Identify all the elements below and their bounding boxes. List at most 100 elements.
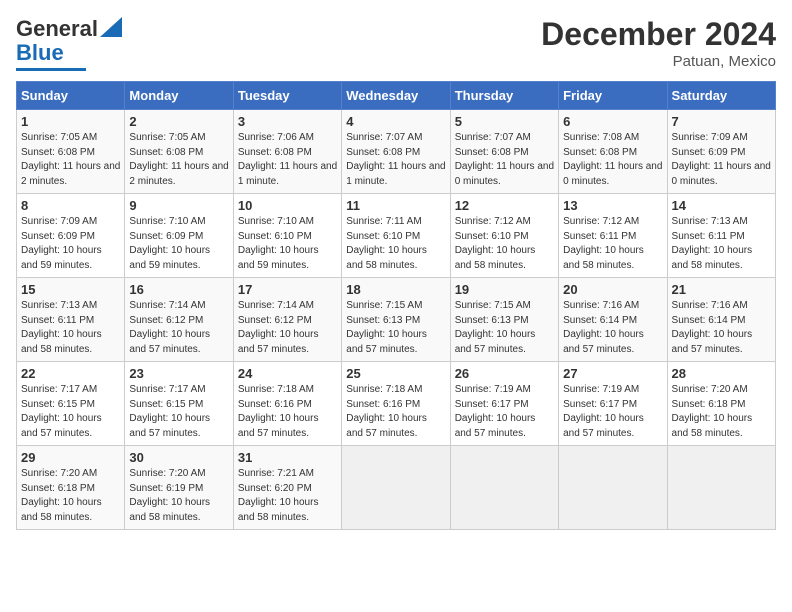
page-header: General Blue December 2024 Patuan, Mexic…	[16, 16, 776, 71]
day-info: Sunrise: 7:05 AMSunset: 6:08 PMDaylight:…	[21, 131, 120, 189]
day-info: Sunrise: 7:14 AMSunset: 6:12 PMDaylight:…	[129, 299, 228, 357]
calendar-week-5: 29 Sunrise: 7:20 AMSunset: 6:18 PMDayligh…	[17, 446, 776, 530]
logo: General Blue	[16, 16, 122, 71]
page-subtitle: Patuan, Mexico	[541, 53, 776, 70]
day-number: 12	[455, 198, 554, 213]
day-number: 11	[346, 198, 445, 213]
calendar-cell: 28Sunrise: 7:20 AMSunset: 6:18 PMDayligh…	[667, 362, 775, 446]
calendar-cell: 10 Sunrise: 7:10 AMSunset: 6:10 PMDayligh…	[233, 194, 341, 278]
day-number: 31	[238, 450, 337, 465]
calendar-cell: 8 Sunrise: 7:09 AMSunset: 6:09 PMDaylight…	[17, 194, 125, 278]
day-info: Sunrise: 7:09 AMSunset: 6:09 PMDaylight:…	[672, 131, 771, 189]
day-number: 19	[455, 282, 554, 297]
calendar-cell	[342, 446, 450, 530]
day-number: 29	[21, 450, 120, 465]
calendar-cell: 4 Sunrise: 7:07 AMSunset: 6:08 PMDaylight…	[342, 110, 450, 194]
calendar-week-1: 1 Sunrise: 7:05 AMSunset: 6:08 PMDaylight…	[17, 110, 776, 194]
logo-text-general: General	[16, 16, 98, 42]
col-wednesday: Wednesday	[342, 82, 450, 110]
calendar-cell: 24 Sunrise: 7:18 AMSunset: 6:16 PMDayligh…	[233, 362, 341, 446]
day-info: Sunrise: 7:06 AMSunset: 6:08 PMDaylight:…	[238, 131, 337, 189]
calendar-cell: 16 Sunrise: 7:14 AMSunset: 6:12 PMDayligh…	[125, 278, 233, 362]
col-friday: Friday	[559, 82, 667, 110]
logo-text-blue: Blue	[16, 40, 64, 66]
calendar-cell: 11 Sunrise: 7:11 AMSunset: 6:10 PMDayligh…	[342, 194, 450, 278]
day-number: 26	[455, 366, 554, 381]
day-info: Sunrise: 7:14 AMSunset: 6:12 PMDaylight:…	[238, 299, 337, 357]
calendar-cell: 20Sunrise: 7:16 AMSunset: 6:14 PMDayligh…	[559, 278, 667, 362]
title-block: December 2024 Patuan, Mexico	[541, 16, 776, 70]
calendar-cell: 5Sunrise: 7:07 AMSunset: 6:08 PMDaylight…	[450, 110, 558, 194]
calendar-cell: 23 Sunrise: 7:17 AMSunset: 6:15 PMDayligh…	[125, 362, 233, 446]
day-number: 5	[455, 114, 554, 129]
calendar-cell: 12 Sunrise: 7:12 AMSunset: 6:10 PMDayligh…	[450, 194, 558, 278]
day-info: Sunrise: 7:11 AMSunset: 6:10 PMDaylight:…	[346, 215, 445, 273]
day-number: 20	[563, 282, 662, 297]
day-info: Sunrise: 7:19 AMSunset: 6:17 PMDaylight:…	[563, 383, 662, 441]
day-info: Sunrise: 7:09 AMSunset: 6:09 PMDaylight:…	[21, 215, 120, 273]
calendar-cell: 27 Sunrise: 7:19 AMSunset: 6:17 PMDayligh…	[559, 362, 667, 446]
day-number: 7	[672, 114, 771, 129]
day-number: 17	[238, 282, 337, 297]
day-number: 14	[672, 198, 771, 213]
calendar-cell: 1 Sunrise: 7:05 AMSunset: 6:08 PMDaylight…	[17, 110, 125, 194]
day-info: Sunrise: 7:18 AMSunset: 6:16 PMDaylight:…	[346, 383, 445, 441]
day-info: Sunrise: 7:05 AMSunset: 6:08 PMDaylight:…	[129, 131, 228, 189]
day-number: 30	[129, 450, 228, 465]
day-info: Sunrise: 7:16 AMSunset: 6:14 PMDaylight:…	[672, 299, 771, 357]
day-number: 24	[238, 366, 337, 381]
col-sunday: Sunday	[17, 82, 125, 110]
calendar-cell	[559, 446, 667, 530]
calendar-cell: 31 Sunrise: 7:21 AMSunset: 6:20 PMDayligh…	[233, 446, 341, 530]
calendar-week-2: 8 Sunrise: 7:09 AMSunset: 6:09 PMDaylight…	[17, 194, 776, 278]
calendar-cell: 3Sunrise: 7:06 AMSunset: 6:08 PMDaylight…	[233, 110, 341, 194]
calendar-cell: 21 Sunrise: 7:16 AMSunset: 6:14 PMDayligh…	[667, 278, 775, 362]
day-number: 22	[21, 366, 120, 381]
calendar-cell: 22Sunrise: 7:17 AMSunset: 6:15 PMDayligh…	[17, 362, 125, 446]
day-number: 21	[672, 282, 771, 297]
day-number: 13	[563, 198, 662, 213]
day-number: 10	[238, 198, 337, 213]
day-info: Sunrise: 7:07 AMSunset: 6:08 PMDaylight:…	[346, 131, 445, 189]
calendar-cell: 9Sunrise: 7:10 AMSunset: 6:09 PMDaylight…	[125, 194, 233, 278]
calendar-cell: 14 Sunrise: 7:13 AMSunset: 6:11 PMDayligh…	[667, 194, 775, 278]
day-number: 27	[563, 366, 662, 381]
day-info: Sunrise: 7:12 AMSunset: 6:10 PMDaylight:…	[455, 215, 554, 273]
day-info: Sunrise: 7:12 AMSunset: 6:11 PMDaylight:…	[563, 215, 662, 273]
day-info: Sunrise: 7:20 AMSunset: 6:19 PMDaylight:…	[129, 467, 228, 525]
day-info: Sunrise: 7:15 AMSunset: 6:13 PMDaylight:…	[346, 299, 445, 357]
col-saturday: Saturday	[667, 82, 775, 110]
col-thursday: Thursday	[450, 82, 558, 110]
col-monday: Monday	[125, 82, 233, 110]
logo-underline	[16, 68, 86, 71]
day-info: Sunrise: 7:13 AMSunset: 6:11 PMDaylight:…	[21, 299, 120, 357]
calendar-cell: 19 Sunrise: 7:15 AMSunset: 6:13 PMDayligh…	[450, 278, 558, 362]
day-number: 18	[346, 282, 445, 297]
day-number: 16	[129, 282, 228, 297]
day-info: Sunrise: 7:15 AMSunset: 6:13 PMDaylight:…	[455, 299, 554, 357]
day-number: 2	[129, 114, 228, 129]
day-info: Sunrise: 7:08 AMSunset: 6:08 PMDaylight:…	[563, 131, 662, 189]
day-number: 23	[129, 366, 228, 381]
day-info: Sunrise: 7:20 AMSunset: 6:18 PMDaylight:…	[21, 467, 120, 525]
calendar-table: Sunday Monday Tuesday Wednesday Thursday…	[16, 81, 776, 530]
day-info: Sunrise: 7:20 AMSunset: 6:18 PMDaylight:…	[672, 383, 771, 441]
day-info: Sunrise: 7:10 AMSunset: 6:10 PMDaylight:…	[238, 215, 337, 273]
day-info: Sunrise: 7:17 AMSunset: 6:15 PMDaylight:…	[129, 383, 228, 441]
calendar-cell: 13 Sunrise: 7:12 AMSunset: 6:11 PMDayligh…	[559, 194, 667, 278]
calendar-cell	[667, 446, 775, 530]
calendar-cell: 6 Sunrise: 7:08 AMSunset: 6:08 PMDaylight…	[559, 110, 667, 194]
logo-arrow-icon	[100, 17, 122, 37]
day-number: 8	[21, 198, 120, 213]
day-number: 6	[563, 114, 662, 129]
day-info: Sunrise: 7:18 AMSunset: 6:16 PMDaylight:…	[238, 383, 337, 441]
calendar-cell: 17 Sunrise: 7:14 AMSunset: 6:12 PMDayligh…	[233, 278, 341, 362]
day-number: 1	[21, 114, 120, 129]
day-info: Sunrise: 7:21 AMSunset: 6:20 PMDaylight:…	[238, 467, 337, 525]
header-row: Sunday Monday Tuesday Wednesday Thursday…	[17, 82, 776, 110]
day-number: 15	[21, 282, 120, 297]
calendar-cell: 26 Sunrise: 7:19 AMSunset: 6:17 PMDayligh…	[450, 362, 558, 446]
day-info: Sunrise: 7:19 AMSunset: 6:17 PMDaylight:…	[455, 383, 554, 441]
day-number: 4	[346, 114, 445, 129]
day-info: Sunrise: 7:13 AMSunset: 6:11 PMDaylight:…	[672, 215, 771, 273]
